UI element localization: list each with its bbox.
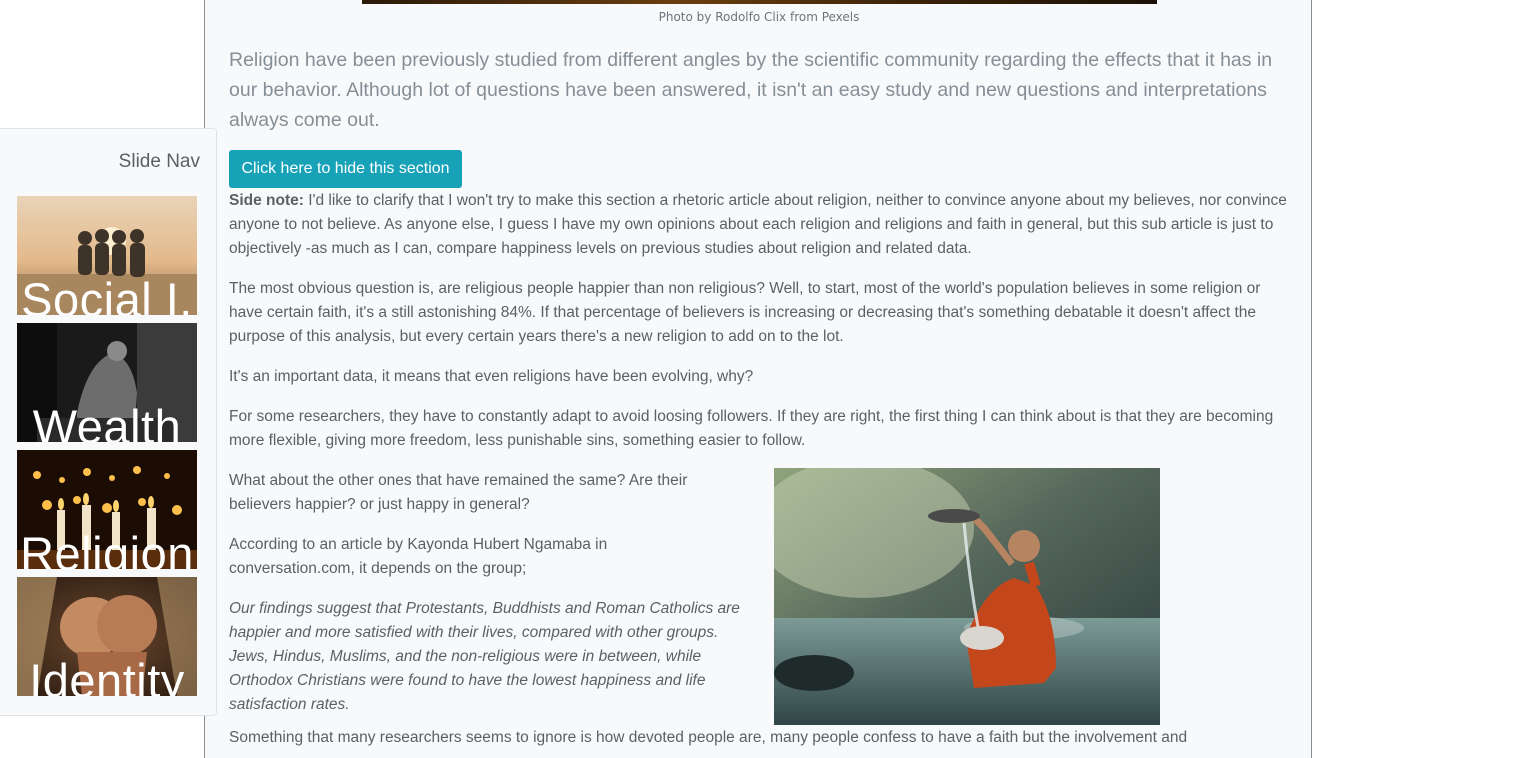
lead-paragraph: Religion have been previously studied fr… [229,49,1273,131]
slide-nav-label: Social I. [21,273,193,315]
side-note-label: Side note: [229,192,304,209]
slide-nav-item-wealth[interactable]: Wealth [17,323,197,442]
paragraph: For some researchers, they have to const… [229,408,1274,449]
header-photo [362,0,1157,4]
paragraph: What about the other ones that have rema… [229,472,688,513]
slide-nav-label: Religion [20,527,194,569]
article-panel: Photo by Rodolfo Clix from Pexels Religi… [204,0,1312,758]
slide-nav-item-religion[interactable]: Religion [17,450,197,569]
paragraph: It's an important data, it means that ev… [229,368,754,385]
slide-nav-label: Identity [29,654,185,696]
slide-nav-item-identity[interactable]: Identity [17,577,197,696]
paragraph: According to an article by Kayonda Huber… [229,536,608,577]
slide-nav: Slide Nav Social I. Wealth Religion Iden… [0,128,217,716]
paragraph: Something that many researchers seems to… [229,729,1188,746]
hide-section-button[interactable]: Click here to hide this section [229,150,462,188]
quote-paragraph: Our findings suggest that Protestants, B… [229,600,740,713]
side-note-paragraph: Side note: I'd like to clarify that I wo… [229,189,1289,261]
photo-caption: Photo by Rodolfo Clix from Pexels [658,10,860,24]
paragraph: The most obvious question is, are religi… [229,280,1261,345]
side-note-text: I'd like to clarify that I won't try to … [229,192,1287,257]
slide-nav-label: Wealth [32,400,182,442]
slide-nav-item-social[interactable]: Social I. [17,196,197,315]
monk-photo [774,468,1160,725]
slide-nav-title: Slide Nav [118,151,200,172]
